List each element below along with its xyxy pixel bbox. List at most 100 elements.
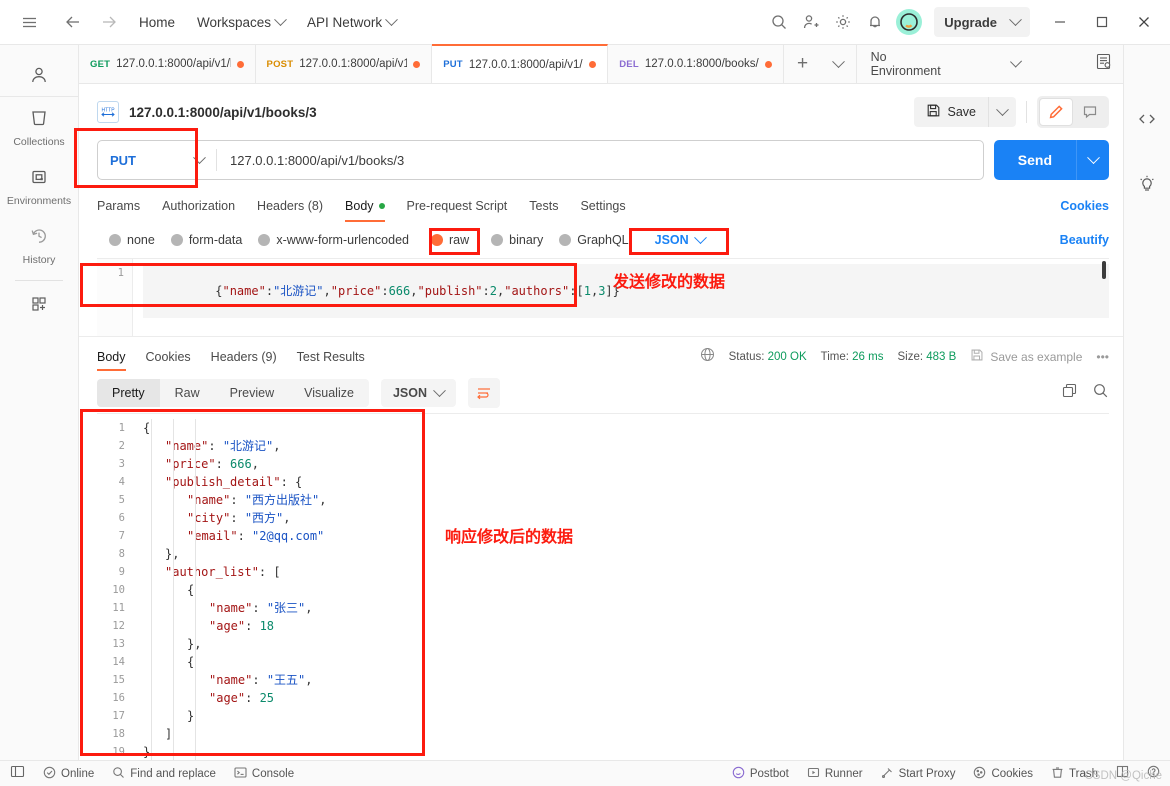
send-options-dropdown[interactable] (1076, 140, 1109, 180)
code-token: , (319, 493, 327, 507)
online-status[interactable]: Online (43, 766, 94, 782)
body-type-form-data[interactable]: form-data (170, 233, 242, 247)
response-format-selector[interactable]: JSON (380, 379, 456, 407)
tab-list-dropdown[interactable] (821, 45, 856, 83)
upgrade-button[interactable]: Upgrade (934, 7, 1030, 37)
runner-button[interactable]: Runner (807, 766, 863, 782)
maximize-button[interactable] (1082, 7, 1122, 37)
search-icon[interactable] (764, 7, 794, 37)
view-mode-preview[interactable]: Preview (215, 379, 289, 407)
comment-button[interactable] (1073, 98, 1107, 126)
response-tab-test-results[interactable]: Test Results (297, 350, 365, 371)
response-code[interactable]: {"name": "北游记", "price": 666, "publish_det… (133, 414, 1109, 786)
save-options-dropdown[interactable] (988, 97, 1016, 127)
body-type-none[interactable]: none (109, 233, 155, 247)
sidebar-user-avatar[interactable] (0, 53, 78, 97)
tab-label: Params (97, 199, 141, 213)
workspaces-menu[interactable]: Workspaces (188, 10, 294, 35)
response-tab-cookies[interactable]: Cookies (146, 350, 191, 371)
tab-tests[interactable]: Tests (529, 190, 558, 222)
tab-settings[interactable]: Settings (580, 190, 625, 222)
raw-format-selector[interactable]: JSON (647, 230, 713, 250)
sidebar-add-module-button[interactable] (0, 283, 78, 327)
invite-user-icon[interactable] (796, 7, 826, 37)
tab-params[interactable]: Params (97, 190, 140, 222)
request-body-editor[interactable]: 1 {"name":"北游记","price":666,"publish":2,… (97, 258, 1109, 336)
view-mode-raw[interactable]: Raw (160, 379, 215, 407)
status-label: Status: (728, 351, 765, 363)
search-icon[interactable] (1092, 382, 1109, 404)
status-value: 200 OK (767, 351, 807, 363)
save-example-button[interactable]: Save as example (970, 348, 1082, 367)
line-number: 1 (117, 267, 124, 279)
console-label: Console (251, 767, 295, 780)
response-tab-headers[interactable]: Headers (9) (211, 350, 277, 371)
request-tab[interactable]: GET 127.0.0.1:8000/api/v1/b (79, 45, 256, 83)
body-type-graphql[interactable]: GraphQL (559, 233, 629, 247)
code-line: { (143, 653, 1109, 671)
wrap-lines-button[interactable] (468, 378, 500, 408)
send-button[interactable]: Send (993, 140, 1076, 180)
code-token: : (265, 284, 274, 298)
code-line: "name": "北游记", (143, 437, 1109, 455)
save-button[interactable]: Save (913, 97, 988, 127)
gear-icon[interactable] (828, 7, 858, 37)
more-options-icon[interactable]: ••• (1096, 350, 1109, 364)
sidebar-item-environments[interactable]: Environments (0, 156, 78, 215)
http-method-label: PUT (110, 152, 136, 168)
body-type-urlencoded[interactable]: x-www-form-urlencoded (258, 233, 409, 247)
copy-icon[interactable] (1061, 382, 1078, 404)
chevron-down-icon[interactable] (1009, 55, 1022, 68)
edit-mode-button[interactable] (1039, 98, 1073, 126)
cookies-button[interactable]: Cookies (973, 766, 1033, 782)
code-token: "name" (209, 601, 253, 615)
tab-authorization[interactable]: Authorization (162, 190, 235, 222)
body-type-row: none form-data x-www-form-urlencoded raw… (79, 222, 1123, 258)
new-tab-button[interactable]: + (784, 45, 821, 83)
status-text: Status: 200 OK (729, 351, 807, 363)
time-value: 26 ms (852, 351, 884, 363)
view-mode-visualize[interactable]: Visualize (289, 379, 369, 407)
find-and-replace-button[interactable]: Find and replace (112, 766, 216, 782)
request-tab-active[interactable]: PUT 127.0.0.1:8000/api/v1/b (432, 44, 609, 83)
forward-arrow-icon[interactable] (94, 7, 124, 37)
url-input[interactable]: 127.0.0.1:8000/api/v1/books/3 (217, 153, 404, 168)
minimize-button[interactable] (1040, 7, 1080, 37)
view-mode-pretty[interactable]: Pretty (97, 379, 160, 407)
response-scrollbar[interactable] (1100, 414, 1109, 786)
response-tab-body[interactable]: Body (97, 350, 126, 371)
tab-url-label: 127.0.0.1:8000/books/7 (644, 58, 760, 70)
code-snippet-icon[interactable] (1137, 109, 1157, 134)
api-network-menu[interactable]: API Network (298, 10, 405, 35)
console-button[interactable]: Console (234, 766, 294, 782)
postbot-button[interactable]: Postbot (732, 766, 789, 782)
tab-label: Authorization (162, 199, 236, 213)
body-type-binary[interactable]: binary (491, 233, 543, 247)
tab-label: Headers (9) (210, 349, 277, 364)
response-body-viewer[interactable]: 1 2 3 4 5 6 7 8 9 10 11 12 13 14 15 16 17 18 19 {"name": "… (97, 413, 1109, 786)
line-number: 5 (118, 494, 125, 506)
beautify-link[interactable]: Beautify (1060, 233, 1109, 247)
body-type-raw[interactable]: raw (431, 233, 469, 247)
tab-body[interactable]: Body (345, 190, 385, 222)
request-tab[interactable]: DEL 127.0.0.1:8000/books/7 (608, 45, 785, 83)
start-proxy-button[interactable]: Start Proxy (881, 766, 955, 782)
lightbulb-info-icon[interactable] (1137, 174, 1157, 199)
environment-selector[interactable]: No Environment (871, 50, 952, 78)
http-method-selector[interactable]: PUT (98, 141, 216, 179)
hamburger-menu-icon[interactable] (14, 7, 44, 37)
bell-icon[interactable] (860, 7, 890, 37)
home-link[interactable]: Home (130, 10, 184, 35)
request-tab[interactable]: POST 127.0.0.1:8000/api/v1/ (255, 45, 433, 83)
environment-quick-look-icon[interactable] (1094, 52, 1113, 76)
back-arrow-icon[interactable] (58, 7, 88, 37)
sidebar-item-history[interactable]: History (0, 215, 78, 274)
request-editor-scrollbar[interactable] (1099, 259, 1109, 337)
sidebar-toggle-icon[interactable] (10, 764, 25, 784)
sidebar-item-collections[interactable]: Collections (0, 97, 78, 156)
tab-pre-request-script[interactable]: Pre-request Script (407, 190, 508, 222)
close-button[interactable] (1124, 7, 1164, 37)
tab-headers[interactable]: Headers (8) (257, 190, 323, 222)
cookies-link[interactable]: Cookies (1060, 199, 1109, 213)
avatar[interactable] (896, 9, 923, 35)
